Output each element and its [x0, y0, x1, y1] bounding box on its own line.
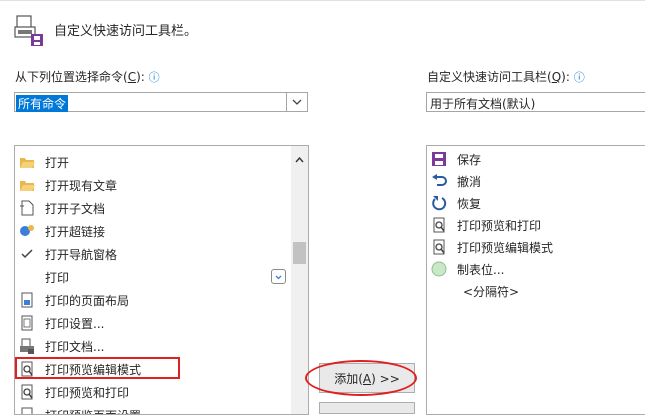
- list-item[interactable]: 撤消: [427, 170, 645, 192]
- list-item[interactable]: 制表位...: [427, 258, 645, 280]
- scrollbar-thumb[interactable]: [293, 242, 306, 264]
- list-item[interactable]: 打开: [15, 151, 308, 173]
- subdocument-icon: [19, 200, 35, 216]
- quick-access-toolbar-icon: [14, 14, 44, 48]
- submenu-dropdown-icon[interactable]: [271, 269, 286, 284]
- redo-icon: [431, 195, 447, 211]
- document-scope-dropdown[interactable]: 用于所有文档(默认): [426, 92, 645, 112]
- info-icon: ⓘ: [573, 71, 585, 84]
- page-layout-icon: [19, 292, 35, 308]
- list-item[interactable]: 打开子文档: [15, 197, 308, 219]
- customize-toolbar-label: 自定义快速访问工具栏(Q): ⓘ: [427, 70, 585, 84]
- print-preview-edit-icon: [431, 239, 447, 255]
- print-preview-icon: [431, 217, 447, 233]
- undo-icon: [431, 173, 447, 189]
- scroll-up-icon[interactable]: [295, 152, 304, 166]
- print-setup-icon: [19, 315, 35, 331]
- checkmark-icon: [19, 246, 35, 262]
- dropdown-value: 用于所有文档(默认): [430, 97, 536, 111]
- info-icon: ⓘ: [148, 71, 160, 84]
- list-item[interactable]: 打印预览和打印: [15, 381, 308, 403]
- toolbar-commands-list[interactable]: 保存 撤消 恢复 打印预览和打印 打印预览编辑模式 制表位... <分隔符>: [426, 145, 645, 415]
- top-divider: [0, 0, 645, 1]
- remove-button[interactable]: [319, 402, 415, 414]
- page-setup-icon: [19, 407, 35, 414]
- folder-open-icon: [19, 154, 35, 170]
- list-item[interactable]: 恢复: [427, 192, 645, 214]
- print-preview-icon: [19, 384, 35, 400]
- chevron-down-icon[interactable]: [286, 93, 307, 111]
- list-item[interactable]: 打印预览和打印: [427, 214, 645, 236]
- folder-open-icon: [19, 177, 35, 193]
- choose-commands-dropdown[interactable]: 所有命令: [14, 92, 308, 112]
- hyperlink-icon: [19, 223, 35, 239]
- list-item[interactable]: 打印预览编辑模式: [427, 236, 645, 258]
- list-item[interactable]: <分隔符>: [427, 280, 645, 302]
- list-item[interactable]: 打印的页面布局: [15, 289, 308, 311]
- choose-commands-label: 从下列位置选择命令(C): ⓘ: [15, 70, 160, 84]
- add-button-highlight-mark: [305, 360, 417, 396]
- list-item[interactable]: 打印文档...: [15, 335, 308, 357]
- tab-stop-icon: [431, 261, 447, 277]
- print-document-icon: [19, 338, 35, 354]
- page-title: 自定义快速访问工具栏。: [54, 24, 198, 39]
- selection-highlight-mark: [15, 357, 180, 379]
- list-item[interactable]: 打印设置...: [15, 312, 308, 334]
- dropdown-value: 所有命令: [16, 95, 69, 112]
- list-item[interactable]: 打开导航窗格: [15, 243, 308, 265]
- list-item[interactable]: 打印: [15, 266, 308, 288]
- list-item[interactable]: 打开超链接: [15, 220, 308, 242]
- save-icon: [431, 151, 447, 167]
- list-item[interactable]: 保存: [427, 148, 645, 170]
- list-item[interactable]: 打开现有文章: [15, 174, 308, 196]
